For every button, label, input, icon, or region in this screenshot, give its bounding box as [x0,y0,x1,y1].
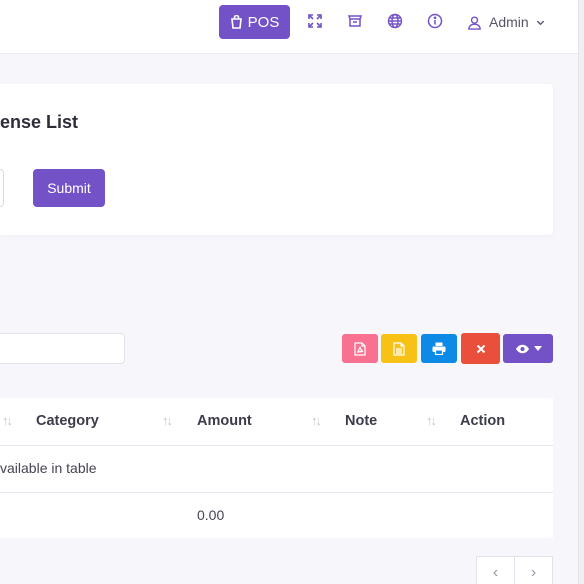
csv-export-button[interactable] [381,334,417,363]
pos-button[interactable]: POS [219,5,290,39]
sort-icon[interactable]: ↑↓ [426,413,437,428]
empty-table-message: vailable in table [0,460,97,476]
file-pdf-icon [354,341,366,356]
pdf-export-button[interactable] [342,334,378,363]
date-range-input[interactable] [0,169,4,207]
printer-icon [432,342,446,355]
header-divider [0,445,553,446]
search-input[interactable] [0,333,125,364]
clear-button[interactable] [461,333,500,364]
column-visibility-button[interactable] [503,334,553,363]
chevron-down-icon [536,20,544,25]
language-globe-icon[interactable] [386,12,404,30]
page-title: ense List [0,112,79,132]
sort-icon[interactable]: ↑↓ [162,413,173,428]
info-icon[interactable] [426,12,444,30]
pagination-previous[interactable]: ‹ [476,556,515,584]
scrollbar[interactable] [578,0,584,584]
print-button[interactable] [421,334,457,363]
column-header-category[interactable]: Category [36,413,99,429]
column-header-action[interactable]: Action [460,413,505,429]
submit-button[interactable]: Submit [33,169,105,207]
close-icon [476,344,485,353]
sort-icon[interactable]: ↑↓ [2,413,13,428]
pos-label: POS [247,13,280,31]
sort-icon[interactable]: ↑↓ [311,413,322,428]
user-icon [468,15,481,30]
column-header-note[interactable]: Note [345,413,377,429]
caret-down-icon [533,346,542,351]
file-text-icon [393,341,405,356]
amount-total: 0.00 [197,507,225,523]
row-divider [0,492,553,493]
column-header-amount[interactable]: Amount [197,413,252,429]
eye-icon [515,344,529,353]
pagination-next[interactable]: › [514,556,553,584]
filter-card [0,84,553,235]
user-name: Admin [489,14,529,30]
store-icon[interactable] [346,12,364,30]
user-menu[interactable]: Admin [467,11,545,33]
shopping-bag-icon [230,15,242,29]
fullscreen-icon[interactable] [306,12,324,30]
